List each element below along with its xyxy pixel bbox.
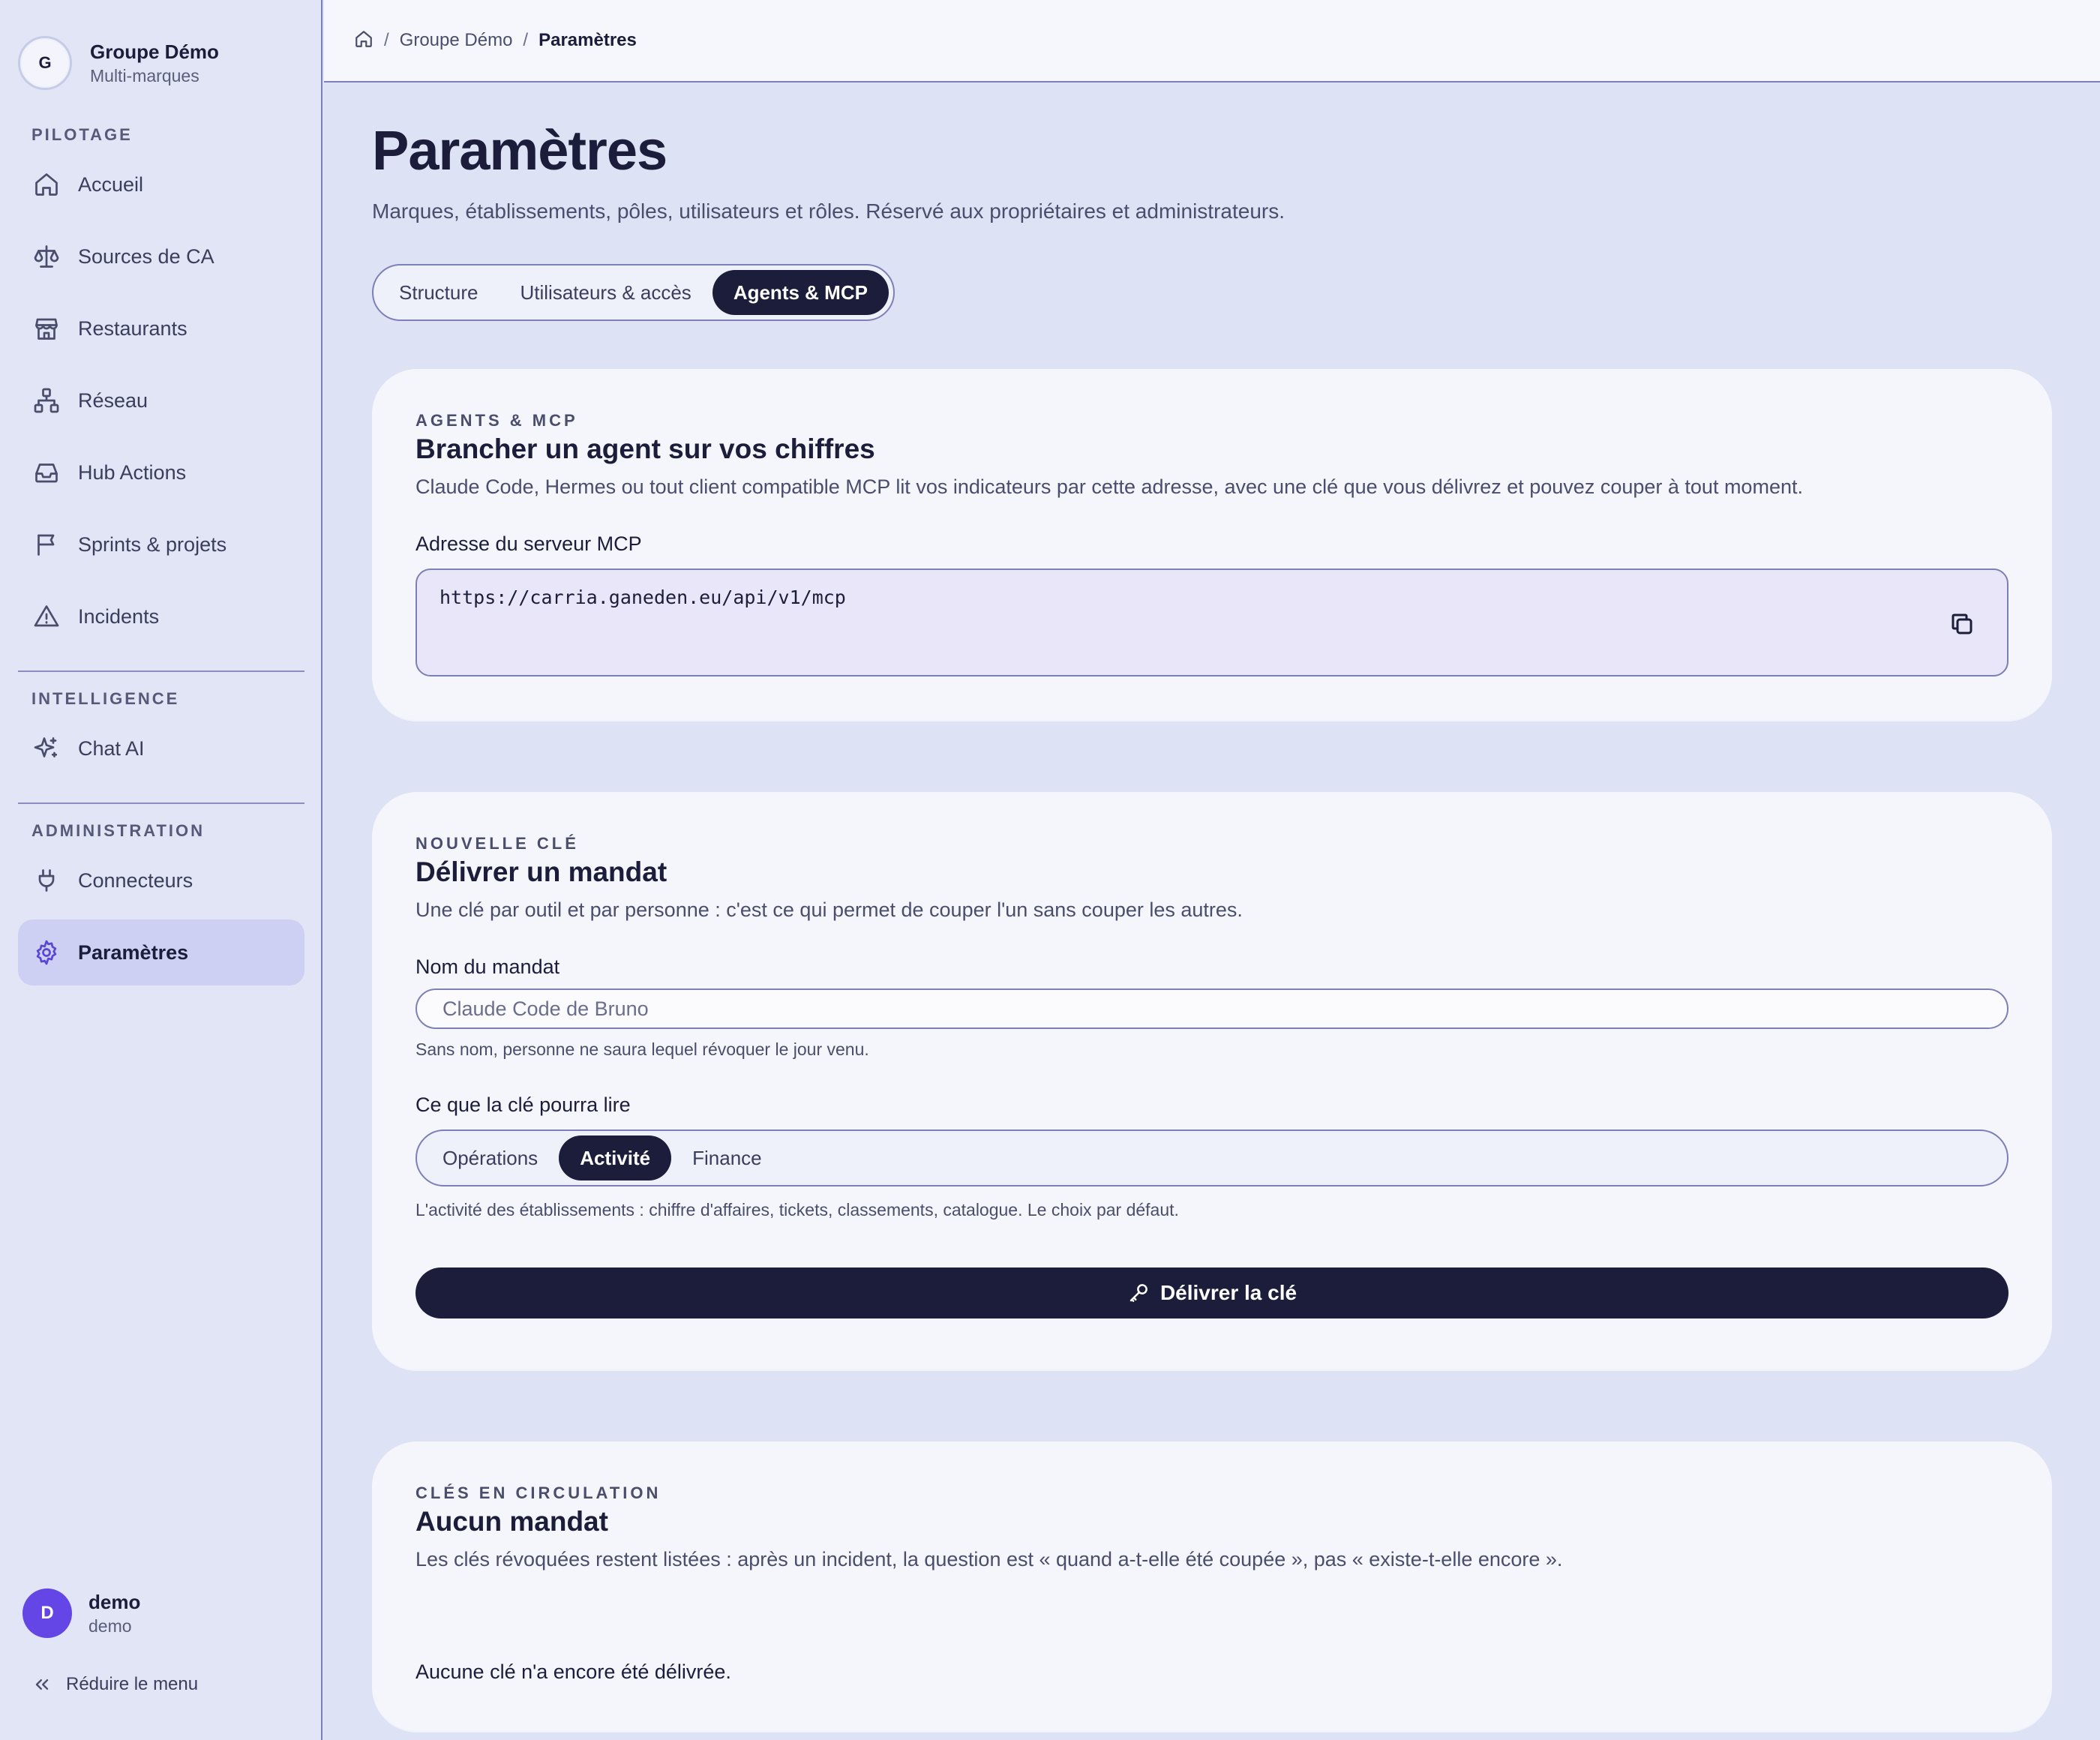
issue-key-button[interactable]: Délivrer la clé xyxy=(416,1268,2008,1318)
mcp-url-field[interactable]: https://carria.ganeden.eu/api/v1/mcp xyxy=(416,568,2008,676)
breadcrumb-item-current: Paramètres xyxy=(538,30,637,50)
breadcrumb-separator: / xyxy=(384,30,389,50)
scope-option-finance[interactable]: Finance xyxy=(671,1136,783,1180)
issue-key-label: Délivrer la clé xyxy=(1160,1281,1298,1304)
mandate-name-input[interactable] xyxy=(416,988,2008,1029)
settings-tabs: Structure Utilisateurs & accès Agents & … xyxy=(372,264,895,321)
card-description: Claude Code, Hermes ou tout client compa… xyxy=(416,476,1803,498)
sidebar-item-parametres[interactable]: Paramètres xyxy=(18,920,304,986)
field-label: Ce que la clé pourra lire xyxy=(416,1094,631,1116)
mcp-url[interactable]: https://carria.ganeden.eu/api/v1/mcp xyxy=(440,586,846,608)
breadcrumb-separator: / xyxy=(523,30,529,50)
collapse-menu-button[interactable]: Réduire le menu xyxy=(32,1674,198,1695)
sidebar-item-label: Chat AI xyxy=(78,736,145,760)
sidebar-item-sources[interactable]: Sources de CA xyxy=(18,224,304,290)
org-switcher[interactable]: G Groupe Démo Multi-marques xyxy=(18,36,219,90)
sidebar: G Groupe Démo Multi-marques PILOTAGE Acc… xyxy=(0,0,322,1740)
sidebar-item-label: Sprints & projets xyxy=(78,532,227,556)
scope-option-activite[interactable]: Activité xyxy=(559,1136,672,1180)
warning-icon xyxy=(32,602,62,632)
empty-state: Aucune clé n'a encore été délivrée. xyxy=(416,1660,731,1683)
store-icon xyxy=(32,314,62,344)
page-subtitle: Marques, établissements, pôles, utilisat… xyxy=(372,200,1285,223)
section-title-administration: ADMINISTRATION xyxy=(32,821,206,840)
mcp-server-card: AGENTS & MCP Brancher un agent sur vos c… xyxy=(372,369,2052,720)
sidebar-item-label: Sources de CA xyxy=(78,244,214,268)
inbox-icon xyxy=(32,458,62,488)
user-name: demo xyxy=(88,1591,141,1613)
scope-selector: Opérations Activité Finance xyxy=(416,1130,2008,1186)
card-title: Brancher un agent sur vos chiffres xyxy=(416,434,875,464)
user-menu[interactable]: D demo demo xyxy=(22,1588,140,1638)
org-subtitle: Multi-marques xyxy=(90,66,200,86)
card-eyebrow: NOUVELLE CLÉ xyxy=(416,834,579,853)
sidebar-item-restaurants[interactable]: Restaurants xyxy=(18,296,304,362)
home-icon[interactable] xyxy=(354,29,374,52)
network-icon xyxy=(32,386,62,416)
user-subtitle: demo xyxy=(88,1616,132,1636)
sidebar-item-label: Accueil xyxy=(78,172,144,196)
sidebar-item-label: Paramètres xyxy=(78,940,189,964)
org-name: Groupe Démo xyxy=(90,40,219,63)
sidebar-item-sprints[interactable]: Sprints & projets xyxy=(18,512,304,578)
section-title-intelligence: INTELLIGENCE xyxy=(32,689,180,708)
section-title-pilotage: PILOTAGE xyxy=(32,125,133,144)
card-eyebrow: CLÉS EN CIRCULATION xyxy=(416,1484,662,1502)
avatar: D xyxy=(22,1588,72,1638)
sidebar-item-label: Connecteurs xyxy=(78,868,194,892)
card-title: Délivrer un mandat xyxy=(416,856,668,887)
chevrons-left-icon xyxy=(35,1679,49,1690)
card-title: Aucun mandat xyxy=(416,1506,608,1537)
scale-icon xyxy=(32,242,62,272)
sidebar-item-label: Restaurants xyxy=(78,316,188,340)
home-icon xyxy=(32,170,62,200)
sparkles-icon xyxy=(32,734,62,764)
sidebar-item-label: Incidents xyxy=(78,604,160,628)
active-keys-card: CLÉS EN CIRCULATION Aucun mandat Les clé… xyxy=(372,1442,2052,1731)
key-icon xyxy=(1130,1284,1148,1302)
plug-icon xyxy=(32,866,62,896)
field-helper: L'activité des établissements : chiffre … xyxy=(416,1200,1179,1220)
tab-users-access[interactable]: Utilisateurs & accès xyxy=(500,270,712,315)
collapse-menu-label: Réduire le menu xyxy=(66,1674,199,1694)
sidebar-item-incidents[interactable]: Incidents xyxy=(18,584,304,650)
breadcrumb: / Groupe Démo / Paramètres xyxy=(324,0,2100,82)
field-label: Nom du mandat xyxy=(416,956,560,978)
sidebar-divider xyxy=(18,802,304,804)
copy-icon[interactable] xyxy=(1948,610,1976,638)
breadcrumb-item-org[interactable]: Groupe Démo xyxy=(400,30,513,51)
field-helper: Sans nom, personne ne saura lequel révoq… xyxy=(416,1040,869,1059)
card-description: Une clé par outil et par personne : c'es… xyxy=(416,898,1243,921)
tab-structure[interactable]: Structure xyxy=(378,270,500,315)
sidebar-item-label: Réseau xyxy=(78,388,148,412)
new-key-card: NOUVELLE CLÉ Délivrer un mandat Une clé … xyxy=(372,792,2052,1370)
sidebar-item-label: Hub Actions xyxy=(78,460,187,484)
page-title: Paramètres xyxy=(372,119,668,182)
sidebar-divider xyxy=(18,670,304,672)
sidebar-item-hub-actions[interactable]: Hub Actions xyxy=(18,440,304,506)
tab-agents-mcp[interactable]: Agents & MCP xyxy=(712,270,889,315)
scope-option-operations[interactable]: Opérations xyxy=(422,1136,559,1180)
card-description: Les clés révoquées restent listées : apr… xyxy=(416,1548,1563,1570)
org-avatar: G xyxy=(18,36,72,90)
sidebar-item-reseau[interactable]: Réseau xyxy=(18,368,304,434)
sidebar-item-chat-ai[interactable]: Chat AI xyxy=(18,716,304,782)
field-label: Adresse du serveur MCP xyxy=(416,532,642,555)
gear-icon xyxy=(32,938,62,968)
sidebar-item-connecteurs[interactable]: Connecteurs xyxy=(18,848,304,914)
card-eyebrow: AGENTS & MCP xyxy=(416,411,578,430)
sidebar-item-accueil[interactable]: Accueil xyxy=(18,152,304,218)
flag-icon xyxy=(32,530,62,560)
